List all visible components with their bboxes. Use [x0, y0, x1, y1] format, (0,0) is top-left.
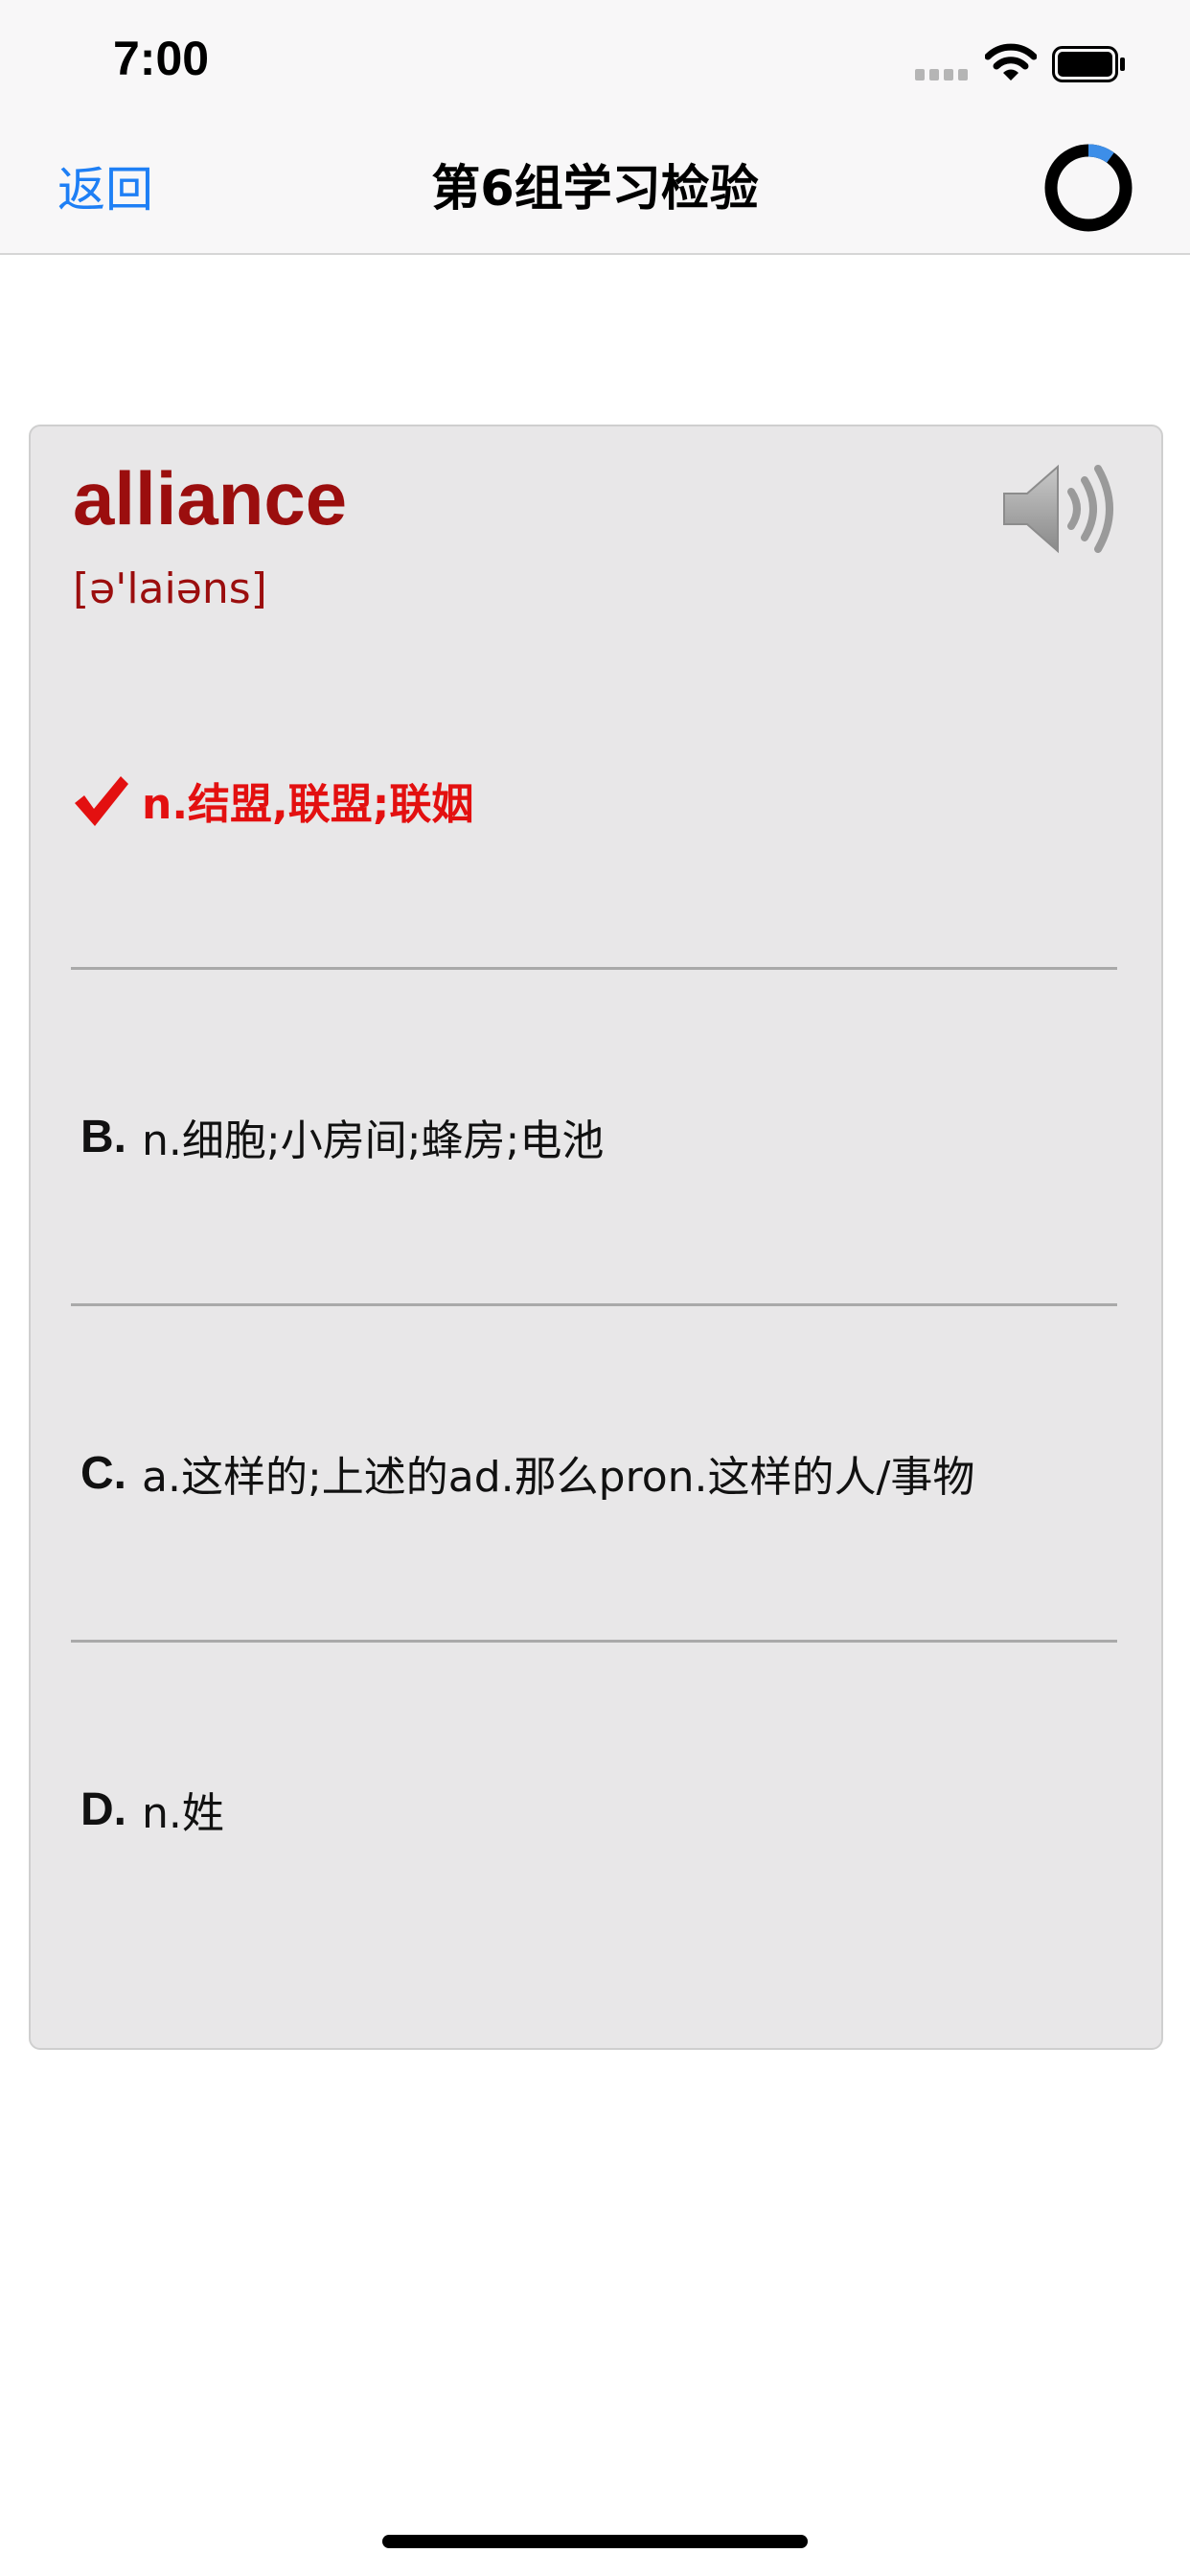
- option-a-text: n.结盟,联盟;联姻: [142, 780, 474, 829]
- option-c-text: a.这样的;上述的ad.那么pron.这样的人/事物: [142, 1453, 975, 1502]
- wifi-icon: [985, 43, 1037, 80]
- option-b-letter: B.: [80, 1111, 126, 1162]
- option-d-letter: D.: [80, 1783, 126, 1835]
- word-text: alliance: [73, 456, 348, 540]
- cellular-signal-icon: [915, 69, 969, 82]
- check-icon: [75, 776, 128, 826]
- page-title: 第6组学习检验: [431, 161, 759, 218]
- status-bar: 7:00: [0, 0, 1190, 126]
- nav-bar: 第6组学习检验 返回: [0, 126, 1190, 255]
- option-b-row[interactable]: B. n.细胞;小房间;蜂房;电池: [71, 970, 1117, 1303]
- option-c-row[interactable]: C. a.这样的;上述的ad.那么pron.这样的人/事物: [71, 1306, 1117, 1640]
- speaker-icon[interactable]: [998, 455, 1119, 563]
- option-b-text: n.细胞;小房间;蜂房;电池: [142, 1116, 605, 1165]
- back-button[interactable]: 返回: [57, 155, 153, 224]
- status-time: 7:00: [113, 32, 210, 85]
- option-c-letter: C.: [80, 1447, 126, 1499]
- home-indicator: [382, 2535, 808, 2548]
- option-d-row[interactable]: D. n.姓: [71, 1643, 1117, 1976]
- option-d-text: n.姓: [142, 1789, 224, 1838]
- word-phonetic: [ə'laiəns]: [73, 564, 267, 613]
- progress-ring-icon[interactable]: [1042, 142, 1134, 234]
- battery-icon: [1052, 46, 1125, 82]
- option-a-row[interactable]: n.结盟,联盟;联姻: [71, 633, 1117, 967]
